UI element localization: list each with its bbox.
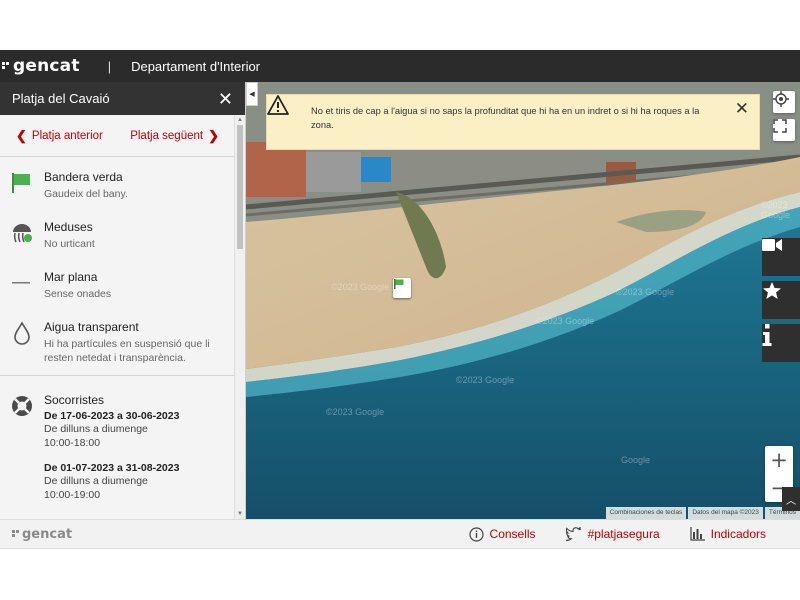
- status-water: Aigua transparent Hi ha partícules en su…: [0, 315, 235, 375]
- logo-text: gencat: [13, 56, 80, 76]
- scrollbar-thumb[interactable]: [237, 125, 243, 249]
- calm-sea-icon: [10, 271, 34, 295]
- map-watermark: ©2023 Google: [536, 316, 595, 326]
- period-dates: De 17-06-2023 a 30-06-2023: [44, 410, 180, 422]
- info-button[interactable]: [762, 324, 800, 362]
- star-icon: [763, 282, 781, 299]
- beach-navigation: ❮ Platja anterior Platja següent ❯: [0, 115, 235, 157]
- sea-status-subtitle: Sense onades: [44, 288, 112, 300]
- status-jellyfish: Meduses No urticant: [0, 215, 235, 265]
- water-status-title: Aigua transparent: [44, 320, 139, 334]
- beach-marker[interactable]: [393, 278, 411, 298]
- scroll-up-icon[interactable]: ▲: [237, 117, 243, 123]
- map-watermark: ©2023 Google: [616, 287, 675, 297]
- beach-panel: Platja del Cavaió ✕ ❮ Platja anterior Pl…: [0, 82, 246, 519]
- green-flag-icon: [394, 279, 404, 289]
- beach-title: Platja del Cavaió: [12, 91, 110, 106]
- lifeguard-period: De 17-06-2023 a 30-06-2023 De dilluns a …: [44, 410, 179, 450]
- gencat-mark-icon: [12, 530, 20, 538]
- lifebuoy-icon: [10, 394, 34, 418]
- info-icon: [468, 526, 484, 542]
- keyboard-shortcuts-link[interactable]: Combinaciones de teclas: [605, 507, 687, 519]
- period-hours: 10:00-19:00: [44, 488, 101, 501]
- beach-status-list: Bandera verda Gaudeix del bany. Meduses …: [0, 157, 235, 376]
- chevron-right-icon: ❯: [208, 127, 219, 143]
- period-days: De dilluns a diumenge: [44, 475, 148, 487]
- tips-label: Consells: [489, 527, 536, 541]
- collapse-panel-button[interactable]: ◀: [246, 82, 258, 106]
- flag-status-title: Bandera verda: [44, 170, 123, 184]
- alert-message: No et tiris de cap a l'aigua si no saps …: [311, 106, 700, 130]
- panel-content: ❮ Platja anterior Platja següent ❯ Bande…: [0, 115, 235, 519]
- safety-alert: No et tiris de cap a l'aigua si no saps …: [266, 94, 760, 150]
- green-flag-icon: [10, 171, 34, 195]
- gencat-logo[interactable]: gencat: [2, 56, 80, 76]
- previous-beach-link[interactable]: ❮ Platja anterior: [16, 128, 103, 144]
- footer: gencat Consells #platjasegura Indicadors: [0, 519, 800, 549]
- period-days: De dilluns a diumenge: [44, 423, 148, 435]
- crosshair-icon: [773, 91, 789, 107]
- bar-chart-icon: [690, 527, 705, 541]
- info-icon: [762, 324, 772, 346]
- previous-beach-label: Platja anterior: [31, 129, 103, 142]
- map-attribution: Combinaciones de teclas Datos del mapa ©…: [604, 507, 800, 519]
- map-watermark: ©2023 Google: [326, 407, 385, 417]
- sea-status-title: Mar plana: [44, 270, 98, 284]
- fullscreen-icon: [773, 119, 787, 133]
- scroll-down-icon[interactable]: ▼: [237, 511, 243, 517]
- period-dates: De 01-07-2023 a 31-08-2023: [44, 462, 180, 474]
- map-watermark: ©2023 Google: [761, 200, 791, 220]
- fullscreen-button[interactable]: [773, 119, 795, 141]
- footer-logo[interactable]: gencat: [12, 527, 72, 542]
- jellyfish-status-subtitle: No urticant: [44, 238, 95, 250]
- department-name[interactable]: Departament d'Interior: [131, 59, 260, 74]
- next-beach-label: Platja següent: [130, 129, 204, 142]
- top-header: gencat | Departament d'Interior: [0, 50, 800, 82]
- status-sea: Mar plana Sense onades: [0, 265, 235, 315]
- chevron-left-icon: ❮: [16, 127, 27, 143]
- indicators-label: Indicadors: [710, 527, 766, 541]
- video-camera-icon: [762, 239, 782, 251]
- twitter-icon: [565, 527, 581, 541]
- jellyfish-icon: [10, 221, 34, 245]
- indicators-link[interactable]: Indicadors: [690, 527, 766, 542]
- header-divider: |: [107, 58, 112, 74]
- close-panel-button[interactable]: ✕: [218, 90, 233, 108]
- lifeguard-title: Socorristes: [44, 393, 105, 407]
- status-flag: Bandera verda Gaudeix del bany.: [0, 165, 235, 215]
- gencat-mark-icon: [2, 61, 11, 71]
- locate-me-button[interactable]: [773, 91, 795, 113]
- lifeguard-period: De 01-07-2023 a 31-08-2023 De dilluns a …: [44, 462, 179, 502]
- hashtag-label: #platjasegura: [587, 527, 660, 541]
- map-data-credit: Datos del mapa ©2023: [688, 507, 763, 519]
- map-watermark: ©2023 Google: [456, 375, 515, 385]
- lifeguard-row: Socorristes De 17-06-2023 a 30-06-2023 D…: [0, 388, 235, 514]
- hashtag-link[interactable]: #platjasegura: [565, 527, 660, 542]
- footer-logo-text: gencat: [22, 526, 73, 542]
- map-watermark: Google: [621, 455, 651, 465]
- map-watermark: ©2023 Google: [331, 282, 390, 292]
- scroll-top-button[interactable]: ︿: [782, 487, 800, 511]
- flag-status-subtitle: Gaudeix del bany.: [44, 188, 128, 200]
- footer-links: Consells #platjasegura Indicadors: [468, 526, 766, 542]
- next-beach-link[interactable]: Platja següent ❯: [130, 128, 219, 144]
- camera-button[interactable]: [762, 238, 800, 276]
- favorite-button[interactable]: [762, 281, 800, 319]
- close-alert-button[interactable]: ✕: [735, 99, 749, 119]
- panel-scrollbar[interactable]: ▲ ▼: [234, 115, 245, 519]
- period-hours: 10:00-18:00: [44, 436, 101, 449]
- lifeguard-section: Socorristes De 17-06-2023 a 30-06-2023 D…: [0, 376, 235, 514]
- water-status-subtitle: Hi ha partícules en suspensió que li res…: [44, 338, 210, 364]
- water-drop-icon: [10, 321, 34, 345]
- satellite-map[interactable]: ◀ No et tiris de cap a l'aigua si no sap…: [246, 82, 800, 519]
- jellyfish-status-title: Meduses: [44, 220, 93, 234]
- panel-header: Platja del Cavaió ✕: [0, 82, 245, 115]
- warning-icon: [267, 95, 301, 126]
- tips-link[interactable]: Consells: [468, 526, 536, 542]
- zoom-in-button[interactable]: +: [765, 446, 793, 474]
- chevron-up-icon: ︿: [786, 495, 796, 507]
